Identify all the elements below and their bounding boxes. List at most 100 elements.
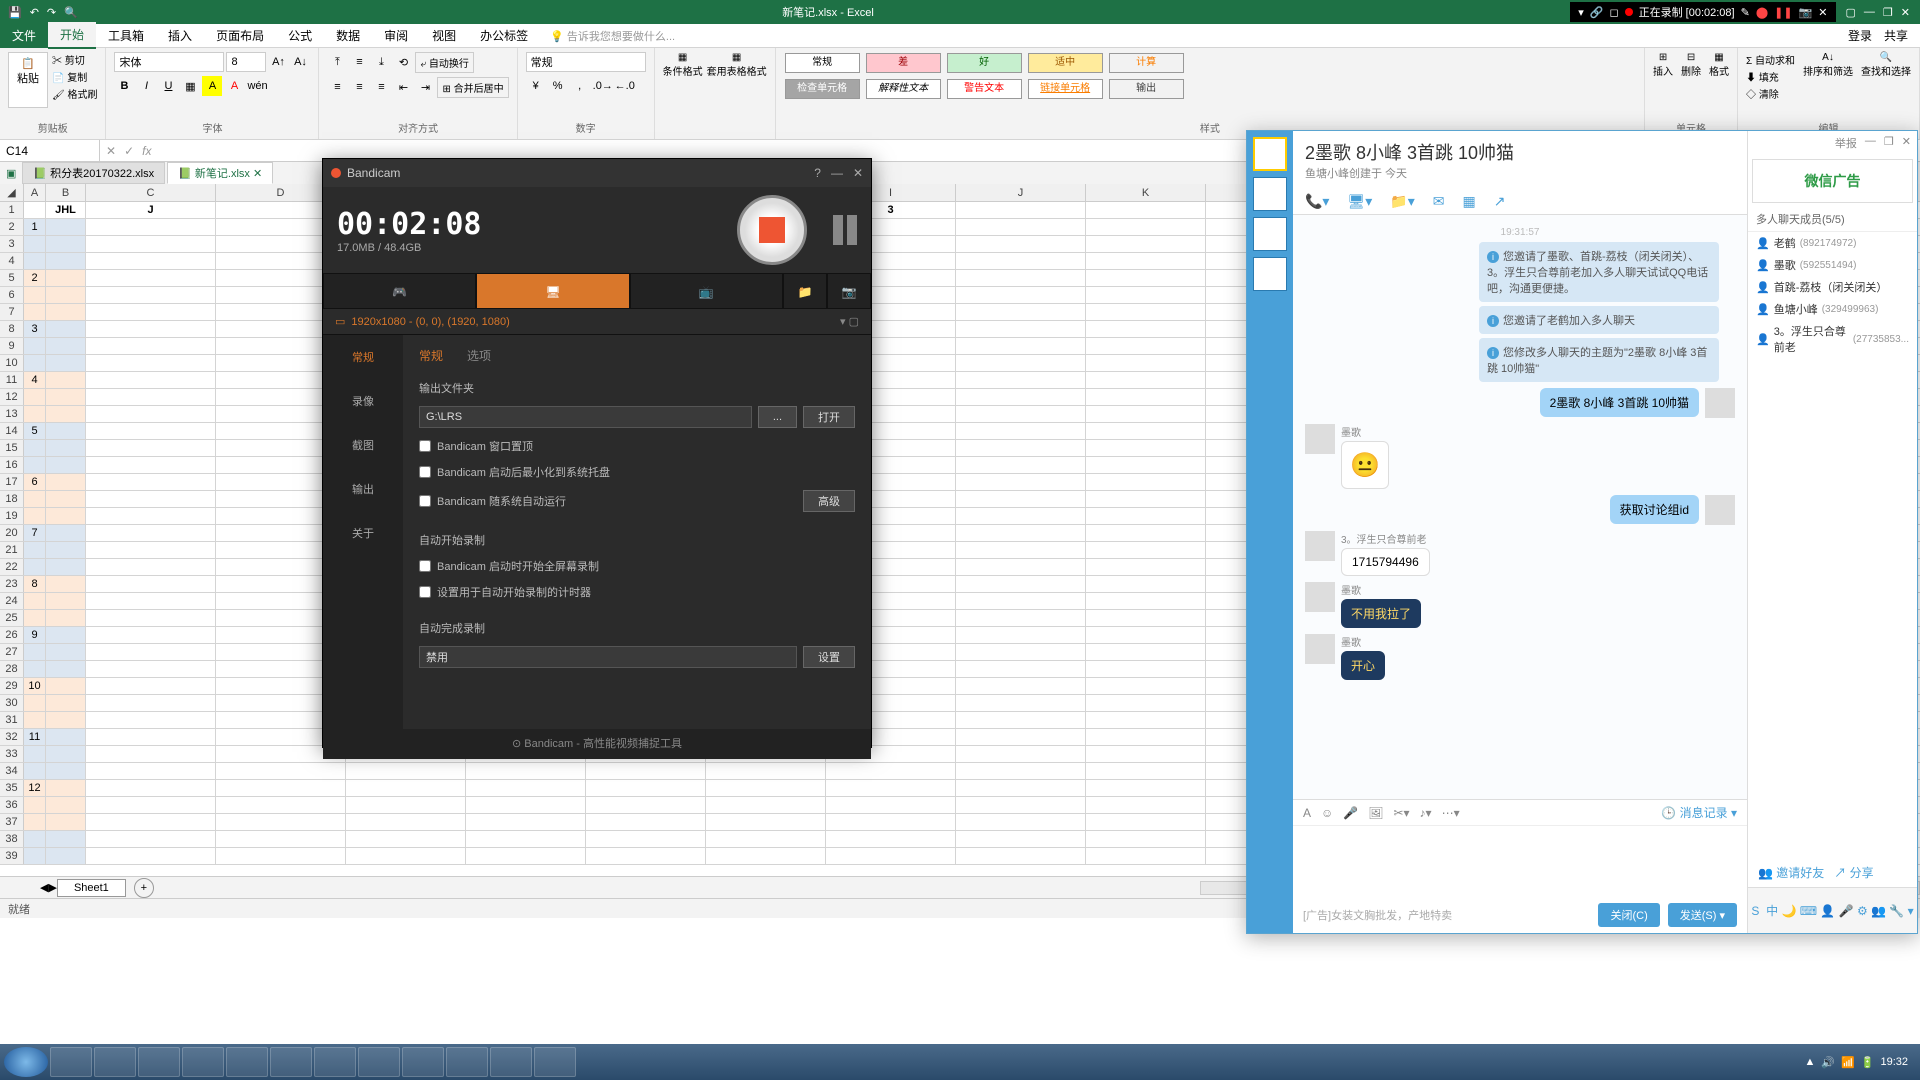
- ad-text[interactable]: [广告]女装文胸批发，产地特卖: [1303, 907, 1452, 923]
- col-header[interactable]: A: [24, 184, 46, 201]
- share-link[interactable]: ↗ 分享: [1834, 864, 1873, 881]
- col-header[interactable]: C: [86, 184, 216, 201]
- link-icon[interactable]: 🔗: [1590, 6, 1604, 19]
- capture-target[interactable]: ▭ 1920x1080 - (0, 0), (1920, 1080) ▾ ▢: [323, 309, 871, 335]
- chk-autostart-full[interactable]: Bandicam 启动时开始全屏幕录制: [419, 558, 855, 574]
- taskbar-chrome-icon[interactable]: [94, 1047, 136, 1077]
- session-avatar[interactable]: [1253, 137, 1287, 171]
- align-right-icon[interactable]: ≡: [371, 77, 391, 97]
- help-icon[interactable]: ?: [814, 166, 821, 180]
- chk-tray[interactable]: Bandicam 启动后最小化到系统托盘: [419, 464, 855, 480]
- message-input[interactable]: [1293, 825, 1747, 897]
- sidebar-screenshot[interactable]: 截图: [323, 423, 403, 467]
- close-button[interactable]: 关闭(C): [1598, 903, 1659, 927]
- subtab-general[interactable]: 常规: [419, 347, 443, 364]
- call-icon[interactable]: 📞▾: [1305, 193, 1329, 210]
- dec-decimal-icon[interactable]: ←.0: [614, 76, 634, 96]
- phonetic-button[interactable]: wén: [246, 76, 266, 96]
- session-avatar[interactable]: [1253, 217, 1287, 251]
- mode-game[interactable]: 🎮: [323, 273, 476, 309]
- style-output[interactable]: 输出: [1109, 79, 1184, 99]
- style-bad[interactable]: 差: [866, 53, 941, 73]
- tell-me-input[interactable]: 💡 告诉我您想要做什么...: [550, 28, 675, 44]
- rec-stop-icon[interactable]: ⬤: [1756, 6, 1768, 19]
- tray-icon[interactable]: ▲: [1804, 1056, 1815, 1068]
- maximize-icon[interactable]: ❐: [1883, 6, 1893, 19]
- chk-autostart-timer[interactable]: 设置用于自动开始录制的计时器: [419, 584, 855, 600]
- sogou-icon[interactable]: S: [1751, 904, 1759, 918]
- bold-button[interactable]: B: [114, 76, 134, 96]
- image-icon[interactable]: 🖼: [1368, 806, 1383, 820]
- image-message[interactable]: 😐: [1341, 441, 1389, 489]
- video-icon[interactable]: 🖥▾: [1347, 193, 1372, 210]
- sidebar-record[interactable]: 录像: [323, 379, 403, 423]
- sidebar-about[interactable]: 关于: [323, 511, 403, 555]
- style-explain[interactable]: 解释性文本: [866, 79, 941, 99]
- target-icon[interactable]: ◻: [1609, 6, 1618, 19]
- mail-icon[interactable]: ✉: [1433, 193, 1445, 210]
- output-dir-input[interactable]: [419, 406, 752, 428]
- chk-ontop[interactable]: Bandicam 窗口置顶: [419, 438, 855, 454]
- font-size-select[interactable]: [226, 52, 266, 72]
- member-item[interactable]: 👤老鹤(892174972): [1748, 232, 1917, 254]
- merge-button[interactable]: ⊞ 合并后居中: [437, 77, 508, 98]
- number-format-select[interactable]: [526, 52, 646, 72]
- col-header[interactable]: J: [956, 184, 1086, 201]
- screenshot-button[interactable]: 📷: [827, 273, 871, 309]
- more-icon[interactable]: ⋯▾: [1442, 806, 1460, 820]
- style-link[interactable]: 链接单元格: [1028, 79, 1103, 99]
- sheet-tab-1[interactable]: Sheet1: [57, 879, 126, 897]
- taskbar-qq-icon[interactable]: [358, 1047, 400, 1077]
- open-folder-button[interactable]: 📁: [783, 273, 827, 309]
- sheet-nav-prev-icon[interactable]: ▶: [48, 881, 56, 894]
- history-button[interactable]: 🕒 消息记录 ▾: [1661, 804, 1737, 821]
- start-button[interactable]: [4, 1047, 48, 1077]
- message-bubble[interactable]: 2墨歌 8小峰 3首跳 10帅猫: [1540, 388, 1699, 417]
- workbook-tab-2[interactable]: 📗 新笔记.xlsx ✕: [167, 162, 273, 184]
- tab-review[interactable]: 审阅: [372, 23, 420, 48]
- avatar[interactable]: [1305, 634, 1335, 664]
- add-sheet-button[interactable]: +: [134, 878, 154, 898]
- font-color-button[interactable]: A: [224, 76, 244, 96]
- border-button[interactable]: ▦: [180, 76, 200, 96]
- copy-button[interactable]: 📄 复制: [52, 69, 97, 84]
- avatar[interactable]: [1705, 495, 1735, 525]
- taskbar-excel-icon[interactable]: [534, 1047, 576, 1077]
- select-all-corner[interactable]: ◢: [0, 184, 24, 201]
- avatar[interactable]: [1305, 582, 1335, 612]
- align-top-icon[interactable]: ⤒: [327, 52, 347, 72]
- voice-icon[interactable]: 🎤: [1343, 806, 1358, 820]
- session-avatar[interactable]: [1253, 177, 1287, 211]
- cond-format-button[interactable]: ▦条件格式: [663, 52, 703, 78]
- painter-button[interactable]: 🖌 格式刷: [52, 86, 97, 101]
- italic-button[interactable]: I: [136, 76, 156, 96]
- ad-banner[interactable]: 微信广告: [1752, 159, 1913, 203]
- percent-icon[interactable]: %: [548, 76, 568, 96]
- paste-button[interactable]: 📋粘贴: [8, 52, 48, 108]
- sort-filter-button[interactable]: A↓排序和筛选: [1803, 52, 1853, 78]
- font-tool-icon[interactable]: A: [1303, 806, 1311, 820]
- member-item[interactable]: 👤墨歌(592551494): [1748, 254, 1917, 276]
- style-check[interactable]: 检查单元格: [785, 79, 860, 99]
- preview-icon[interactable]: 🔍: [64, 6, 78, 19]
- format-cells-button[interactable]: ▦格式: [1709, 52, 1729, 78]
- session-avatar[interactable]: [1253, 257, 1287, 291]
- browse-button[interactable]: ...: [758, 406, 797, 428]
- sidebar-output[interactable]: 输出: [323, 467, 403, 511]
- indent-inc-icon[interactable]: ⇥: [415, 77, 435, 97]
- advanced-button[interactable]: 高级: [803, 490, 855, 512]
- avatar[interactable]: [1305, 531, 1335, 561]
- wrap-button[interactable]: ⤶ 自动换行: [415, 52, 473, 73]
- message-bubble[interactable]: 1715794496: [1341, 548, 1430, 576]
- grow-font-icon[interactable]: A↑: [268, 52, 288, 72]
- scissors-icon[interactable]: ✂▾: [1393, 806, 1409, 820]
- find-select-button[interactable]: 🔍查找和选择: [1861, 52, 1911, 78]
- maximize-icon[interactable]: ❐: [1884, 135, 1894, 151]
- report-link[interactable]: 举报: [1835, 135, 1857, 151]
- align-left-icon[interactable]: ≡: [327, 77, 347, 97]
- rec-close-icon[interactable]: ✕: [1818, 6, 1827, 19]
- invite-link[interactable]: 👥 邀请好友: [1758, 864, 1824, 881]
- tab-formulas[interactable]: 公式: [276, 23, 324, 48]
- taskbar-app-icon[interactable]: [226, 1047, 268, 1077]
- sticker-message[interactable]: 开心: [1341, 651, 1385, 680]
